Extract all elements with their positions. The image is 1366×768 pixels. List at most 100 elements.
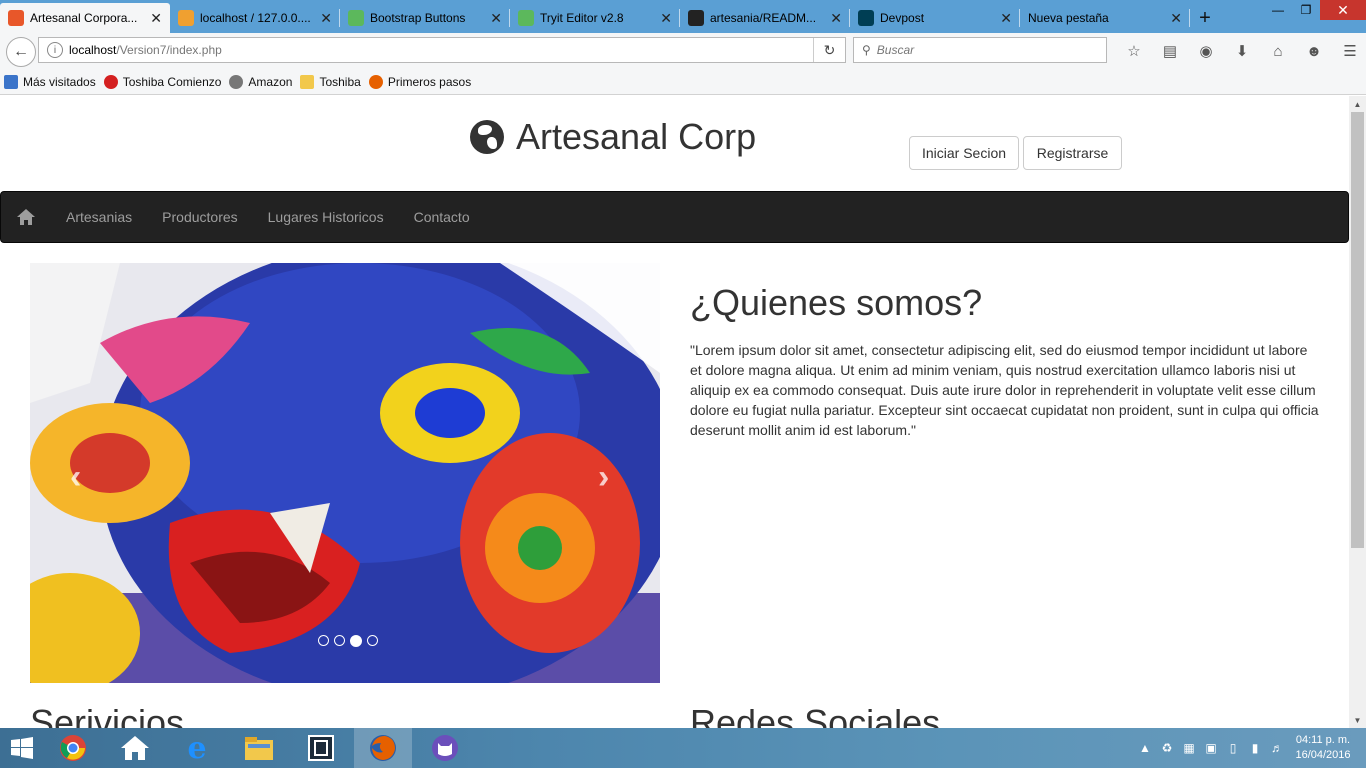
tab-separator [1189, 9, 1190, 27]
tab-label: Devpost [880, 11, 925, 25]
download-icon[interactable]: ⬇ [1224, 39, 1260, 63]
tab-label: Tryit Editor v2.8 [540, 11, 624, 25]
url-host: localhost [69, 43, 117, 57]
close-tab-icon[interactable]: ✕ [1170, 10, 1182, 27]
site-brand[interactable]: Artesanal Corp [470, 116, 756, 158]
close-tab-icon[interactable]: ✕ [1000, 10, 1012, 27]
tray-network-icon[interactable]: ▯ [1222, 741, 1244, 755]
web-page: Artesanal Corp Iniciar Secion Registrars… [0, 96, 1349, 728]
search-icon: ⚲ [862, 43, 871, 57]
about-section: ¿Quienes somos? "Lorem ipsum dolor sit a… [690, 282, 1320, 440]
chat-icon[interactable]: ☻ [1296, 39, 1332, 63]
sublime-box-icon[interactable] [292, 728, 350, 768]
nav-link[interactable]: Lugares Historicos [253, 191, 399, 243]
bookmark-item[interactable]: Amazon [229, 75, 292, 89]
pocket-icon[interactable]: ◉ [1188, 39, 1224, 63]
scroll-up-icon[interactable]: ▲ [1349, 96, 1366, 112]
about-text: "Lorem ipsum dolor sit amet, consectetur… [690, 342, 1319, 438]
site-info-icon[interactable]: i [47, 42, 63, 58]
internet-explorer-icon[interactable]: e [168, 728, 226, 768]
bookmark-folder-icon [4, 75, 18, 89]
browser-tab[interactable]: Bootstrap Buttons ✕ [340, 3, 510, 33]
close-tab-icon[interactable]: ✕ [490, 10, 502, 27]
reading-list-icon[interactable]: ▤ [1152, 39, 1188, 63]
search-input[interactable]: ⚲ Buscar [853, 37, 1107, 63]
windows-start-icon[interactable] [0, 728, 44, 768]
home-icon[interactable] [1, 191, 51, 243]
social-heading: Redes Sociales [690, 702, 941, 728]
bookmark-label: Toshiba Comienzo [122, 75, 222, 89]
cat-app-icon[interactable] [416, 728, 474, 768]
firefox-icon[interactable] [354, 728, 412, 768]
browser-tab[interactable]: Nueva pestaña ✕ [1020, 3, 1190, 33]
image-carousel[interactable]: ‹ › [30, 263, 660, 683]
browser-tab[interactable]: Devpost ✕ [850, 3, 1020, 33]
carousel-indicator-dot[interactable] [333, 635, 345, 646]
close-tab-icon[interactable]: ✕ [320, 10, 332, 27]
reload-icon[interactable]: ↻ [813, 38, 845, 62]
clock-date: 16/04/2016 [1295, 749, 1351, 761]
close-window-button[interactable]: ✕ [1320, 0, 1366, 20]
scroll-thumb[interactable] [1351, 112, 1364, 548]
nav-link[interactable]: Productores [147, 191, 252, 243]
system-tray: ▲ ♻ ▦ ▣ ▯ ▮ ♬ 04:11 p. m. 16/04/2016 [1134, 728, 1366, 768]
explorer-home-icon[interactable] [106, 728, 164, 768]
browser-tab-bar: Artesanal Corpora... ✕ localhost / 127.0.0… [0, 0, 1366, 33]
login-button[interactable]: Iniciar Secion [909, 136, 1019, 170]
bookmark-label: Toshiba [319, 75, 361, 89]
browser-navigation-bar: ← i localhost/Version7/index.php ↻ ⚲ Bus… [0, 33, 1366, 70]
carousel-indicator-dot[interactable] [366, 635, 378, 646]
scroll-down-icon[interactable]: ▼ [1349, 712, 1366, 728]
tray-action-center-icon[interactable]: ▣ [1200, 741, 1222, 755]
windows-taskbar: e ▲ ♻ ▦ ▣ ▯ ▮ ♬ 04:11 p. m. 16/04/2016 [0, 728, 1366, 768]
file-explorer-icon[interactable] [230, 728, 288, 768]
clock[interactable]: 04:11 p. m. 16/04/2016 [1288, 733, 1358, 763]
tab-label: artesania/READM... [710, 11, 817, 25]
tray-signal-icon[interactable]: ▮ [1244, 741, 1266, 755]
nav-link[interactable]: Contacto [399, 191, 485, 243]
hamburger-menu-icon[interactable]: ☰ [1332, 39, 1366, 63]
browser-tab[interactable]: artesania/READM... ✕ [680, 3, 850, 33]
bookmark-item[interactable]: Toshiba Comienzo [103, 75, 222, 89]
bookmark-item[interactable]: Primeros pasos [368, 75, 472, 89]
bookmark-label: Amazon [248, 75, 293, 89]
browser-tab[interactable]: Tryit Editor v2.8 ✕ [510, 3, 680, 33]
back-button[interactable]: ← [6, 36, 36, 67]
chrome-icon[interactable] [44, 728, 102, 768]
huichol-mask-image [30, 263, 660, 683]
restore-button[interactable]: ❐ [1292, 0, 1320, 20]
bookmark-label: Más visitados [23, 75, 96, 89]
bookmark-item[interactable]: Toshiba [300, 75, 361, 89]
close-tab-icon[interactable]: ✕ [830, 10, 842, 27]
about-title: ¿Quienes somos? [690, 282, 983, 323]
tray-windows-icon[interactable]: ▦ [1178, 741, 1200, 755]
carousel-next-icon[interactable]: › [598, 458, 609, 497]
devpost-icon [858, 10, 874, 26]
bookmark-label: Primeros pasos [387, 75, 472, 89]
browser-tab[interactable]: Artesanal Corpora... ✕ [0, 3, 170, 33]
bookmark-item[interactable]: Más visitados [4, 75, 96, 89]
carousel-indicators [315, 635, 380, 647]
minimize-button[interactable]: — [1264, 0, 1292, 20]
tray-sync-icon[interactable]: ♻ [1156, 741, 1178, 755]
bookmark-star-icon[interactable]: ☆ [1116, 39, 1152, 63]
window-controls: — ❐ ✕ [1264, 0, 1366, 20]
browser-tab[interactable]: localhost / 127.0.0.... ✕ [170, 3, 340, 33]
tray-expand-icon[interactable]: ▲ [1134, 741, 1156, 755]
page-scrollbar[interactable]: ▲ ▼ [1349, 96, 1366, 728]
new-tab-button[interactable]: + [1190, 3, 1220, 33]
register-button[interactable]: Registrarse [1023, 136, 1122, 170]
github-icon [688, 10, 704, 26]
nav-link[interactable]: Artesanias [51, 191, 147, 243]
tray-volume-icon[interactable]: ♬ [1266, 741, 1288, 755]
w3schools-icon [348, 10, 364, 26]
url-path: /Version7/index.php [116, 43, 222, 57]
carousel-indicator-dot[interactable] [349, 635, 362, 647]
url-bar[interactable]: i localhost/Version7/index.php ↻ [38, 37, 846, 63]
close-tab-icon[interactable]: ✕ [150, 10, 162, 27]
clock-time: 04:11 p. m. [1295, 734, 1351, 746]
carousel-prev-icon[interactable]: ‹ [70, 458, 81, 497]
close-tab-icon[interactable]: ✕ [660, 10, 672, 27]
home-icon[interactable]: ⌂ [1260, 39, 1296, 63]
carousel-indicator-dot[interactable] [317, 635, 329, 646]
